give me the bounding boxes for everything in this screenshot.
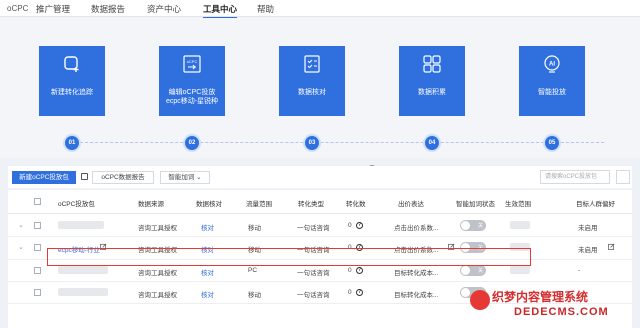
check-link[interactable]: 核对 xyxy=(201,289,214,299)
edit-icon[interactable] xyxy=(608,243,615,250)
step-number: 02 xyxy=(185,136,199,150)
help-icon[interactable]: ? xyxy=(356,289,363,296)
watermark: 织梦内容管理系统 DEDECMS.COM xyxy=(470,288,638,326)
cell-type: 一句话咨询 xyxy=(297,225,330,232)
cell-source: 咨询工具授权 xyxy=(138,270,177,277)
row-checkbox[interactable] xyxy=(34,267,41,274)
cell-pref: 未启用 xyxy=(578,247,598,254)
col-header[interactable]: 数据来源 xyxy=(138,198,164,208)
cell-scope: PC xyxy=(248,267,258,274)
cell-source: 咨询工具授权 xyxy=(138,225,177,232)
col-header[interactable]: 转化数 xyxy=(346,198,366,208)
grid-icon xyxy=(423,55,441,73)
col-header[interactable]: 生效范围 xyxy=(505,198,531,208)
col-header[interactable]: 转化类型 xyxy=(298,198,324,208)
column-settings-icon[interactable] xyxy=(616,170,630,184)
checklist-icon xyxy=(304,55,320,73)
watermark-line2: DEDECMS.COM xyxy=(514,306,609,318)
row-checkbox[interactable] xyxy=(34,289,41,296)
highlight-box xyxy=(47,248,531,266)
step-label: 数据积累 xyxy=(418,89,446,96)
brand-logo[interactable]: oCPC xyxy=(7,4,28,13)
nav-reports[interactable]: 数据报告 xyxy=(91,3,125,15)
step-connector-line xyxy=(70,142,604,143)
col-header[interactable]: 智能加词状态 xyxy=(456,198,495,208)
nav-promotion[interactable]: 推广管理 xyxy=(36,3,70,15)
step-number: 01 xyxy=(65,136,79,150)
step-number: 04 xyxy=(425,136,439,150)
svg-text:AI: AI xyxy=(549,62,555,68)
step-label: 编辑oCPC投放 ecpc移动-星锐种 xyxy=(165,89,219,105)
cell-scope: 移动 xyxy=(248,225,261,232)
expand-icon[interactable]: ⌄ xyxy=(18,243,24,251)
ai-icon: AI xyxy=(544,55,560,73)
cell-type: 一句话咨询 xyxy=(297,292,330,299)
cell-count: 0 xyxy=(348,267,352,274)
smart-add-toggle[interactable]: 关 xyxy=(460,220,486,231)
svg-text:oCPC: oCPC xyxy=(187,59,198,64)
help-icon[interactable]: ? xyxy=(356,222,363,229)
redacted-name xyxy=(58,221,104,229)
table-row[interactable]: ⌄ 咨询工具授权 核对 移动 一句话咨询 0 ? 点击出价系数... 关 未启用 xyxy=(8,215,632,237)
check-link[interactable]: 核对 xyxy=(201,267,214,277)
nav-assets[interactable]: 资产中心 xyxy=(147,3,181,15)
step-label: 智能投放 xyxy=(538,89,566,96)
cell-count: 0 xyxy=(348,222,352,229)
check-link[interactable]: 核对 xyxy=(201,222,214,232)
redacted-name xyxy=(58,266,108,274)
cell-pref: - xyxy=(578,267,581,274)
step-number: 03 xyxy=(305,136,319,150)
watermark-line1: 织梦内容管理系统 xyxy=(492,290,589,304)
table-header: oCPC投放包 数据来源 数据核对 流量范围 转化类型 转化数 出价表达 智能加… xyxy=(8,190,632,214)
col-header[interactable]: 流量范围 xyxy=(246,198,272,208)
cell-bid: 点击出价系数... xyxy=(394,225,439,232)
cell-bid: 目标转化成本... xyxy=(394,270,439,277)
step-smart-delivery[interactable]: AI 智能投放 xyxy=(519,46,585,116)
cell-count: 0 xyxy=(348,289,352,296)
cell-scope: 移动 xyxy=(248,292,261,299)
copy-icon[interactable] xyxy=(81,173,88,180)
table-toolbar: 新建oCPC投放包 oCPC数据报告 智能加词 ⌄ 请搜索oCPC投放包 xyxy=(8,166,632,188)
step-data-accumulate[interactable]: 数据积累 xyxy=(399,46,465,116)
row-checkbox[interactable] xyxy=(34,244,41,251)
col-header[interactable]: oCPC投放包 xyxy=(58,198,95,208)
report-button[interactable]: oCPC数据报告 xyxy=(92,171,154,184)
expand-icon[interactable]: ⌄ xyxy=(18,221,24,229)
cell-source: 咨询工具授权 xyxy=(138,292,177,299)
col-header[interactable]: 目标人群偏好 xyxy=(576,198,615,208)
redacted-scope xyxy=(510,221,530,229)
nav-tools[interactable]: 工具中心 xyxy=(203,3,238,19)
cell-bid: 目标转化成本... xyxy=(394,292,439,299)
select-all-checkbox[interactable] xyxy=(34,198,41,205)
col-header[interactable]: 数据核对 xyxy=(196,198,222,208)
workflow-steps-panel: 新建转化追踪 oCPC 编辑oCPC投放 ecpc移动-星锐种 数据核对 数据积累… xyxy=(0,18,640,175)
col-header[interactable]: 出价表达 xyxy=(398,198,424,208)
row-checkbox[interactable] xyxy=(34,222,41,229)
ocpc-edit-icon: oCPC xyxy=(183,55,201,73)
help-icon[interactable]: ? xyxy=(356,267,363,274)
step-new-tracking[interactable]: 新建转化追踪 xyxy=(39,46,105,116)
redacted-name xyxy=(58,288,108,296)
cell-type: 一句话咨询 xyxy=(297,270,330,277)
nav-help[interactable]: 帮助 xyxy=(257,3,274,15)
search-input[interactable]: 请搜索oCPC投放包 xyxy=(540,170,610,184)
new-package-button[interactable]: 新建oCPC投放包 xyxy=(12,171,76,184)
step-data-check[interactable]: 数据核对 xyxy=(279,46,345,116)
cell-pref: 未启用 xyxy=(578,225,598,232)
add-tracking-icon xyxy=(64,56,79,72)
step-label: 新建转化追踪 xyxy=(51,89,93,96)
top-nav: oCPC 推广管理 数据报告 资产中心 工具中心 帮助 xyxy=(0,0,640,19)
step-number: 05 xyxy=(545,136,559,150)
smart-add-dropdown[interactable]: 智能加词 ⌄ xyxy=(160,171,210,184)
step-label: 数据核对 xyxy=(298,89,326,96)
step-edit-ocpc[interactable]: oCPC 编辑oCPC投放 ecpc移动-星锐种 xyxy=(159,46,225,116)
redacted-scope xyxy=(510,266,530,274)
watermark-logo xyxy=(470,290,490,310)
smart-add-toggle[interactable]: 关 xyxy=(460,265,486,276)
